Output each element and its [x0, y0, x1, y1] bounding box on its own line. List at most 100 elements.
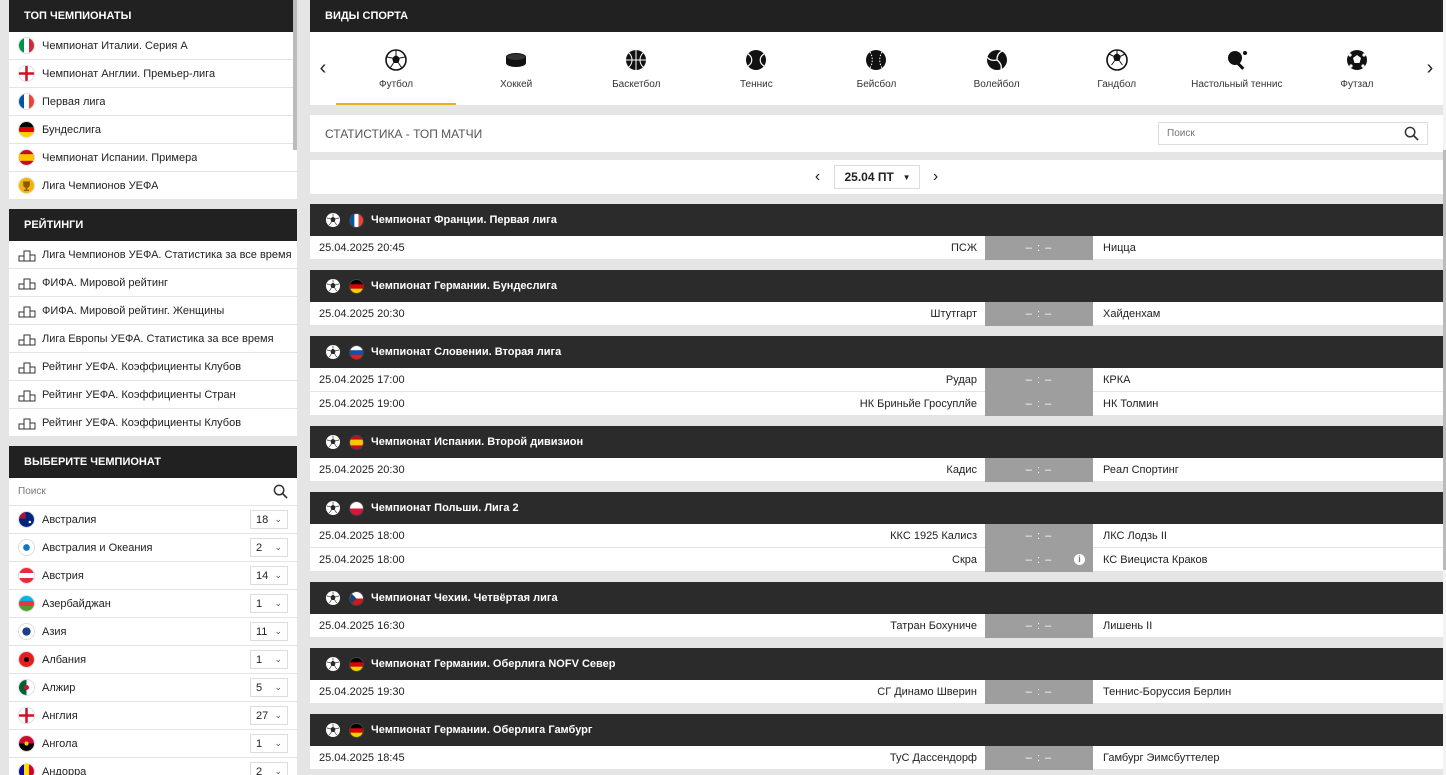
country-count-dropdown[interactable]: 1 ⌄ [250, 734, 288, 753]
country-count-dropdown[interactable]: 18 ⌄ [250, 510, 288, 529]
away-team: Реал Спортинг [1103, 463, 1179, 476]
country-item[interactable]: Австралия 18 ⌄ [9, 506, 297, 534]
match-row[interactable]: 25.04.2025 20:30 Кадис – : – Реал Спортинг [310, 457, 1443, 482]
country-name: Азия [42, 625, 67, 638]
league-header[interactable]: Чемпионат Испании. Второй дивизион [310, 426, 1443, 458]
match-score[interactable]: – : – [985, 301, 1093, 326]
match-row[interactable]: 25.04.2025 20:45 ПСЖ – : – Ницца [310, 235, 1443, 260]
country-item[interactable]: Англия 27 ⌄ [9, 702, 297, 730]
chevron-right-icon[interactable]: › [1417, 32, 1443, 105]
home-team: Кадис [946, 463, 977, 476]
podium-icon [18, 362, 36, 373]
match-row[interactable]: 25.04.2025 18:00 Скра – : – i КС Виециста Кр… [310, 547, 1443, 572]
match-score[interactable]: – : – [985, 745, 1093, 770]
league-header[interactable]: Чемпионат Польши. Лига 2 [310, 492, 1443, 524]
top-list-scrollbar[interactable] [293, 0, 297, 150]
country-item[interactable]: Австралия и Океания 2 ⌄ [9, 534, 297, 562]
league-header[interactable]: Чемпионат Германии. Оберлига Гамбург [310, 714, 1443, 746]
match-time: 25.04.2025 20:30 [319, 463, 405, 476]
sports-list: Футбол Хоккей Баскетбол Теннис Бейсбол Волейб… [336, 32, 1417, 105]
rating-item[interactable]: ФИФА. Мировой рейтинг. Женщины [9, 297, 297, 325]
sport-tab[interactable]: Баскетбол [576, 32, 696, 105]
away-team: Теннис-Боруссия Берлин [1103, 685, 1232, 698]
rating-item[interactable]: ФИФА. Мировой рейтинг [9, 269, 297, 297]
match-row[interactable]: 25.04.2025 20:30 Штутгарт – : – Хайденхам [310, 301, 1443, 326]
sport-tab[interactable]: Настольный теннис [1177, 32, 1297, 105]
chevron-left-icon[interactable]: ‹ [310, 32, 336, 105]
country-count-dropdown[interactable]: 2 ⌄ [250, 762, 288, 775]
date-select[interactable]: 25.04 ПТ ▼ [833, 165, 920, 189]
matches-search-input[interactable] [1167, 128, 1404, 139]
match-score[interactable]: – : – [985, 679, 1093, 704]
sport-tab[interactable]: Хоккей [456, 32, 576, 105]
match-row[interactable]: 25.04.2025 16:30 Татран Бохуниче – : – Лише… [310, 613, 1443, 638]
match-row[interactable]: 25.04.2025 18:00 ККС 1925 Калисз – : – ЛКС … [310, 523, 1443, 548]
country-count-dropdown[interactable]: 27 ⌄ [250, 706, 288, 725]
country-count-dropdown[interactable]: 11 ⌄ [250, 622, 288, 641]
sport-tab[interactable]: Гандбол [1057, 32, 1177, 105]
tennis-ball-icon [746, 49, 767, 70]
league-header[interactable]: Чемпионат Германии. Бундеслига [310, 270, 1443, 302]
match-row[interactable]: 25.04.2025 18:45 ТуС Дассендорф – : – Гамбу… [310, 745, 1443, 770]
match-row[interactable]: 25.04.2025 19:00 НК Бриньйе Гросуплйе – : … [310, 391, 1443, 416]
league-block: Чемпионат Франции. Первая лига 25.04.2025… [310, 204, 1443, 260]
sport-tab[interactable]: Футзал [1297, 32, 1417, 105]
match-row[interactable]: 25.04.2025 19:30 СГ Динамо Шверин – : – Тен… [310, 679, 1443, 704]
sport-tab[interactable]: Волейбол [937, 32, 1057, 105]
rating-item[interactable]: Лига Чемпионов УЕФА. Статистика за все в… [9, 241, 297, 269]
sport-tab[interactable]: Футбол [336, 32, 457, 105]
rating-item[interactable]: Рейтинг УЕФА. Коэффициенты Клубов [9, 353, 297, 381]
top-championships-panel: ТОП ЧЕМПИОНАТЫ Чемпионат Италии. Серия А… [9, 0, 297, 200]
search-icon[interactable] [273, 484, 288, 499]
country-item[interactable]: Австрия 14 ⌄ [9, 562, 297, 590]
search-icon[interactable] [1404, 126, 1419, 141]
country-item[interactable]: Алжир 5 ⌄ [9, 674, 297, 702]
country-item[interactable]: Ангола 1 ⌄ [9, 730, 297, 758]
country-count-dropdown[interactable]: 5 ⌄ [250, 678, 288, 697]
sport-tab[interactable]: Теннис [696, 32, 816, 105]
rating-item[interactable]: Рейтинг УЕФА. Коэффициенты Стран [9, 381, 297, 409]
top-championship-item[interactable]: Лига Чемпионов УЕФА [9, 172, 297, 200]
league-header[interactable]: Чемпионат Германии. Оберлига NOFV Север [310, 648, 1443, 680]
match-score[interactable]: – : – [985, 235, 1093, 260]
league-header[interactable]: Чемпионат Чехии. Четвёртая лига [310, 582, 1443, 614]
info-icon[interactable]: i [1074, 553, 1085, 565]
match-score[interactable]: – : – [985, 457, 1093, 482]
top-championship-item[interactable]: Чемпионат Италии. Серия А [9, 32, 297, 60]
top-championship-item[interactable]: Первая лига [9, 88, 297, 116]
championship-search-input[interactable] [18, 486, 273, 497]
country-count-dropdown[interactable]: 1 ⌄ [250, 594, 288, 613]
country-item[interactable]: Азербайджан 1 ⌄ [9, 590, 297, 618]
austria-flag-icon [18, 567, 35, 584]
next-date-chevron-icon[interactable]: › [928, 168, 944, 186]
match-score[interactable]: – : – [985, 613, 1093, 638]
league-header[interactable]: Чемпионат Франции. Первая лига [310, 204, 1443, 236]
algeria-flag-icon [18, 679, 35, 696]
albania-flag-icon [18, 651, 35, 668]
match-score[interactable]: – : – i [985, 547, 1093, 572]
germany-flag-icon [349, 656, 364, 672]
top-championship-item[interactable]: Чемпионат Испании. Примера [9, 144, 297, 172]
country-item[interactable]: Андорра 2 ⌄ [9, 758, 297, 775]
match-score[interactable]: – : – [985, 391, 1093, 416]
top-championship-item[interactable]: Бундеслига [9, 116, 297, 144]
rating-item[interactable]: Лига Европы УЕФА. Статистика за все врем… [9, 325, 297, 353]
country-item[interactable]: Азия 11 ⌄ [9, 618, 297, 646]
ratings-list: Лига Чемпионов УЕФА. Статистика за все в… [9, 241, 297, 437]
country-count-dropdown[interactable]: 2 ⌄ [250, 538, 288, 557]
top-championships-title: ТОП ЧЕМПИОНАТЫ [9, 0, 297, 32]
match-score[interactable]: – : – [985, 523, 1093, 548]
prev-date-chevron-icon[interactable]: ‹ [810, 168, 826, 186]
country-count-dropdown[interactable]: 14 ⌄ [250, 566, 288, 585]
ratings-title: РЕЙТИНГИ [9, 209, 297, 241]
league-list: Чемпионат Франции. Первая лига 25.04.2025… [310, 204, 1443, 770]
top-championships-list: Чемпионат Италии. Серия А Чемпионат Англи… [9, 32, 297, 200]
rating-item[interactable]: Рейтинг УЕФА. Коэффициенты Клубов [9, 409, 297, 437]
country-item[interactable]: Албания 1 ⌄ [9, 646, 297, 674]
match-score[interactable]: – : – [985, 367, 1093, 392]
country-count-dropdown[interactable]: 1 ⌄ [250, 650, 288, 669]
league-header[interactable]: Чемпионат Словении. Вторая лига [310, 336, 1443, 368]
sport-tab[interactable]: Бейсбол [816, 32, 936, 105]
match-row[interactable]: 25.04.2025 17:00 Рудар – : – КРКА [310, 367, 1443, 392]
top-championship-item[interactable]: Чемпионат Англии. Премьер-лига [9, 60, 297, 88]
